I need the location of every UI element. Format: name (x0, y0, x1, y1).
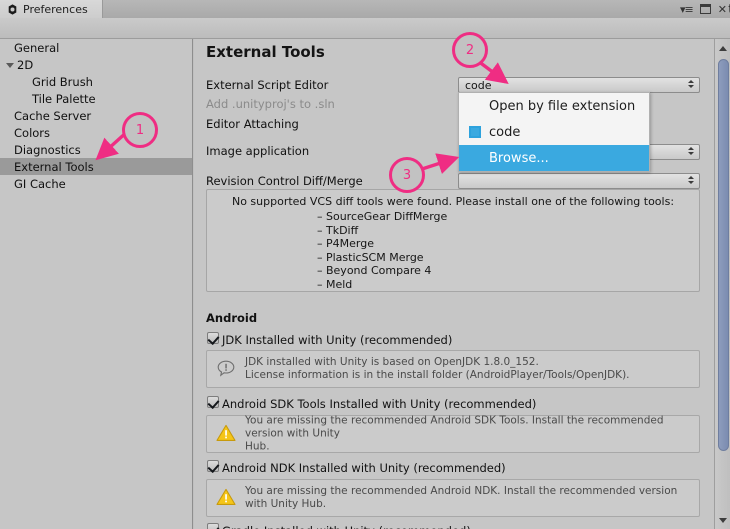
sidebar-item-cache-server[interactable]: Cache Server (0, 107, 192, 124)
scroll-up-arrow-icon[interactable] (715, 41, 730, 55)
dropdown-item-browse[interactable]: Browse... (459, 145, 649, 171)
page-title: External Tools (206, 43, 325, 61)
callout-1: 1 (122, 112, 158, 148)
vcs-heading: No supported VCS diff tools were found. … (231, 195, 675, 208)
gradle-checkbox[interactable] (207, 523, 219, 529)
external-script-editor-dropdown[interactable]: code (458, 77, 700, 93)
sidebar-item-grid-brush[interactable]: Grid Brush (0, 73, 192, 90)
vcs-tool-item: – P4Merge (317, 237, 374, 250)
android-ndk-warning-box: You are missing the recommended Android … (206, 479, 700, 517)
sidebar-item-label: Diagnostics (14, 142, 81, 157)
external-script-editor-value: code (465, 78, 492, 92)
warning-icon (216, 488, 236, 508)
chevron-updown-icon (688, 80, 694, 91)
dropdown-item-label: Open by file extension (489, 98, 636, 114)
sidebar-item-label: GI Cache (14, 176, 66, 191)
main-scrollbar[interactable] (714, 39, 730, 529)
window-controls: ▾≡ ✕ (680, 1, 727, 17)
jdk-info-text: JDK installed with Unity is based on Ope… (245, 356, 630, 382)
vcs-tool-item: – PlasticSCM Merge (317, 250, 424, 264)
vcs-tool-item: – Meld (317, 277, 353, 291)
android-sdk-checkbox[interactable] (207, 396, 219, 408)
jdk-info-line2: License information is in the install fo… (245, 369, 630, 381)
info-icon (216, 359, 236, 379)
preferences-window: Preferences ▾≡ ✕ t General 2D Grid Brush… (0, 0, 730, 529)
dropdown-item-code[interactable]: code (459, 119, 649, 145)
add-unityproj-label: Add .unityproj's to .sln (206, 97, 335, 111)
android-sdk-warning-box: You are missing the recommended Android … (206, 415, 700, 453)
vcs-tools-list: – SourceGear DiffMerge – TkDiff – P4Merg… (207, 210, 699, 291)
unity-gear-icon (7, 3, 18, 15)
callout-number: 2 (465, 42, 475, 58)
revision-control-label: Revision Control Diff/Merge (206, 174, 363, 188)
callout-number: 3 (402, 167, 412, 183)
selected-swatch-icon (469, 126, 481, 138)
preferences-tab-label: Preferences (23, 2, 88, 16)
sidebar-item-2d[interactable]: 2D (0, 56, 192, 73)
scroll-down-arrow-icon[interactable] (715, 513, 730, 527)
sidebar-item-colors[interactable]: Colors (0, 124, 192, 141)
chevron-updown-icon (688, 176, 694, 187)
sidebar-item-label: Tile Palette (32, 91, 96, 106)
android-ndk-checkbox-label: Android NDK Installed with Unity (recomm… (222, 461, 506, 475)
jdk-info-box: JDK installed with Unity is based on Ope… (206, 350, 700, 388)
warning-icon (216, 424, 236, 444)
callout-3: 3 (389, 157, 425, 193)
maximize-icon[interactable] (699, 4, 711, 14)
android-sdk-warning-line2: Hub. (245, 440, 270, 453)
gradle-checkbox-label: Gradle Installed with Unity (recommended… (222, 524, 471, 529)
android-sdk-warning-line1: You are missing the recommended Android … (245, 414, 664, 440)
title-bar: Preferences ▾≡ ✕ t (0, 0, 730, 19)
sidebar-item-label: 2D (17, 57, 34, 72)
dropdown-item-open-by-file-extension[interactable]: Open by file extension (459, 93, 649, 119)
jdk-checkbox-label: JDK Installed with Unity (recommended) (222, 333, 453, 347)
vcs-tool-item: – Beyond Compare 4 (317, 264, 432, 277)
sidebar-item-general[interactable]: General (0, 39, 192, 56)
sidebar-item-tile-palette[interactable]: Tile Palette (0, 90, 192, 107)
external-script-editor-label: External Script Editor (206, 78, 329, 92)
sidebar-item-label: General (14, 40, 60, 55)
android-sdk-warning-text: You are missing the recommended Android … (245, 415, 699, 454)
image-application-label: Image application (206, 144, 310, 158)
jdk-checkbox[interactable] (207, 332, 219, 344)
sidebar-item-label: External Tools (14, 159, 94, 174)
vcs-tool-item: – SourceGear DiffMerge (317, 210, 448, 223)
sidebar-item-label: Grid Brush (32, 74, 93, 89)
callout-number: 1 (135, 122, 145, 138)
vcs-tool-item: – TkDiff (317, 223, 359, 237)
sidebar-item-gi-cache[interactable]: GI Cache (0, 175, 192, 192)
close-icon[interactable]: ✕ (718, 4, 727, 15)
sidebar-item-label: Colors (14, 125, 51, 140)
scrollbar-thumb[interactable] (718, 59, 729, 451)
revision-control-dropdown[interactable] (458, 173, 700, 189)
sidebar-item-label: Cache Server (14, 108, 92, 123)
callout-2: 2 (452, 32, 488, 68)
dropdown-item-label: Browse... (489, 150, 549, 166)
sidebar-item-external-tools[interactable]: External Tools (0, 158, 192, 175)
preferences-sidebar: General 2D Grid Brush Tile Palette Cache… (0, 39, 193, 529)
sidebar-item-diagnostics[interactable]: Diagnostics (0, 141, 192, 158)
android-ndk-checkbox[interactable] (207, 460, 219, 472)
android-section-heading: Android (206, 311, 258, 325)
external-script-editor-popup[interactable]: Open by file extension code Browse... (458, 92, 650, 172)
dropdown-item-label: code (489, 124, 521, 140)
preferences-tab[interactable]: Preferences (0, 0, 103, 18)
android-ndk-warning-text: You are missing the recommended Android … (245, 485, 678, 510)
window-menu-icon[interactable]: ▾≡ (680, 4, 694, 15)
chevron-updown-icon (688, 147, 694, 158)
toolbar (0, 18, 730, 53)
editor-attaching-label: Editor Attaching (206, 117, 299, 131)
jdk-info-line1: JDK installed with Unity is based on Ope… (245, 356, 539, 368)
vcs-info-box: No supported VCS diff tools were found. … (206, 189, 700, 292)
android-sdk-checkbox-label: Android SDK Tools Installed with Unity (… (222, 397, 537, 411)
chevron-down-icon[interactable] (6, 63, 14, 68)
